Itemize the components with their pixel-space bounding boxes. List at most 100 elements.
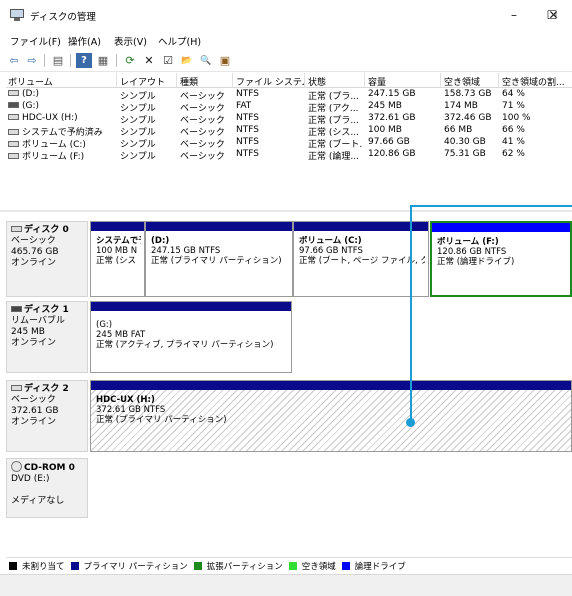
delete-icon[interactable]: ✕: [141, 53, 157, 68]
menu-action[interactable]: 操作(A): [68, 34, 101, 48]
volume-row[interactable]: ボリューム (C:) シンプル ベーシック NTFS 正常 (ブート... 97…: [6, 137, 572, 150]
partition-name: (D:): [151, 236, 170, 246]
volume-capacity: 245 MB: [368, 101, 402, 111]
disk-icon: [8, 140, 19, 147]
status-bar: [0, 574, 572, 596]
volume-row[interactable]: ボリューム (F:) シンプル ベーシック NTFS 正常 (論理... 120…: [6, 149, 572, 162]
disk-state: オンライン: [11, 417, 57, 427]
volume-filesystem: NTFS: [236, 89, 259, 99]
volume-capacity: 247.15 GB: [368, 89, 416, 99]
disk-2-label[interactable]: ディスク 2 ベーシック 372.61 GB オンライン: [6, 380, 88, 452]
partition-size: 100 MB N: [96, 246, 138, 256]
partition-f-selected[interactable]: ボリューム (F:) 120.86 GB NTFS 正常 (論理ドライブ): [430, 221, 572, 297]
legend-label: 空き領域: [301, 561, 336, 572]
volume-type: ベーシック: [180, 152, 225, 162]
folder-open-icon[interactable]: 📂: [179, 53, 195, 68]
volume-filesystem: NTFS: [236, 125, 259, 135]
removable-disk-icon: [11, 305, 22, 312]
partition-name: HDC-UX (H:): [96, 395, 155, 405]
volume-row[interactable]: HDC-UX (H:) シンプル ベーシック NTFS 正常 (プラ... 37…: [6, 113, 572, 126]
volume-row[interactable]: システムで予約済み シンプル ベーシック NTFS 正常 (シス... 100 …: [6, 125, 572, 138]
column-header-type[interactable]: 種類: [180, 75, 230, 88]
legend-swatch-free-space: [288, 561, 297, 570]
column-header-status[interactable]: 状態: [308, 75, 362, 88]
column-header-layout[interactable]: レイアウト: [120, 75, 174, 88]
partition-status: 正常 (論理ドライブ): [437, 257, 515, 267]
help-icon[interactable]: ?: [76, 53, 92, 68]
partition-status: 正常 (ブート, ページ ファイル, クラッ: [299, 256, 425, 266]
legend-label: 論理ドライブ: [354, 561, 406, 572]
partition-status: 正常 (プライマリ パーティション): [151, 256, 282, 266]
volume-name: (G:): [8, 101, 114, 111]
volume-free-percent: 100 %: [502, 113, 531, 123]
primary-partition-bar: [91, 222, 144, 231]
menu-bar: ファイル(F) 操作(A) 表示(V) ヘルプ(H): [0, 30, 572, 50]
legend-swatch-extended: [193, 561, 202, 570]
disk-size: 245 MB: [11, 327, 45, 337]
volume-capacity: 97.66 GB: [368, 137, 410, 147]
volume-row[interactable]: (G:) シンプル ベーシック FAT 正常 (アク... 245 MB 174…: [6, 101, 572, 114]
column-header-volume[interactable]: ボリューム: [8, 75, 114, 88]
pane-splitter[interactable]: [0, 210, 572, 212]
volume-free-percent: 66 %: [502, 125, 525, 135]
volume-filesystem: NTFS: [236, 113, 259, 123]
volume-free-percent: 62 %: [502, 149, 525, 159]
window-title: ディスクの管理: [30, 12, 96, 23]
partition-size: 372.61 GB NTFS: [96, 405, 166, 415]
menu-file[interactable]: ファイル(F): [10, 34, 61, 48]
volume-layout: シンプル: [120, 152, 156, 162]
refresh-icon[interactable]: ⟳: [122, 53, 138, 68]
partition-h-hdc-ux[interactable]: HDC-UX (H:) 372.61 GB NTFS 正常 (プライマリ パーテ…: [90, 380, 572, 452]
volume-free: 40.30 GB: [444, 137, 486, 147]
cdrom-0-label[interactable]: CD-ROM 0 DVD (E:) メディアなし: [6, 458, 88, 518]
volume-free: 174 MB: [444, 101, 478, 111]
partition-g[interactable]: (G:) 245 MB FAT 正常 (アクティブ, プライマリ パーティション…: [90, 301, 292, 373]
toolbar-separator: [70, 54, 71, 67]
toolbar: ⇦ ⇨ ▤ ? ▦ ⟳ ✕ ☑ 📂 🔍 ▣: [0, 50, 572, 72]
disk-state: オンライン: [11, 338, 57, 348]
primary-partition-bar: [146, 222, 292, 231]
disk-management-app-icon: [10, 9, 24, 21]
properties-icon[interactable]: ▦: [95, 53, 111, 68]
disk-icon: [8, 89, 19, 96]
disk-state: メディアなし: [11, 496, 65, 506]
removable-disk-icon: [8, 101, 19, 108]
column-header-filesystem[interactable]: ファイル システム: [236, 75, 304, 88]
back-arrow-icon[interactable]: ⇦: [6, 53, 22, 68]
menu-help[interactable]: ヘルプ(H): [158, 34, 201, 48]
forward-arrow-icon[interactable]: ⇨: [24, 53, 40, 68]
search-icon[interactable]: 🔍: [198, 53, 214, 68]
list-view-icon[interactable]: ▤: [50, 53, 66, 68]
column-header-free-space[interactable]: 空き領域: [444, 75, 496, 88]
minimize-button[interactable]: –: [494, 0, 534, 30]
volume-row[interactable]: (D:) シンプル ベーシック NTFS 正常 (プラ... 247.15 GB…: [6, 89, 572, 102]
partition-c[interactable]: ボリューム (C:) 97.66 GB NTFS 正常 (ブート, ページ ファ…: [293, 221, 429, 297]
column-header-free-percent[interactable]: 空き領域の割...: [502, 75, 570, 88]
partition-name: ボリューム (C:): [299, 236, 362, 246]
logical-drive-bar: [432, 223, 570, 232]
disk-icon: [8, 152, 19, 159]
legend-swatch-primary: [70, 561, 79, 570]
volume-free: 66 MB: [444, 125, 473, 135]
partition-status: 正常 (プライマリ パーティション): [96, 415, 227, 425]
close-button[interactable]: ✕: [535, 0, 572, 30]
disk-kind: DVD (E:): [11, 474, 50, 484]
column-header-capacity[interactable]: 容量: [368, 75, 438, 88]
disk-kind: ベーシック: [11, 236, 56, 246]
disk-1-label[interactable]: ディスク 1 リムーバブル 245 MB オンライン: [6, 301, 88, 373]
volume-filesystem: NTFS: [236, 149, 259, 159]
partition-name: ボリューム (F:): [437, 237, 499, 247]
menu-view[interactable]: 表示(V): [114, 34, 147, 48]
disk-0-label[interactable]: ディスク 0 ベーシック 465.76 GB オンライン: [6, 221, 88, 297]
disk-icon: [8, 128, 19, 135]
settings-icon[interactable]: ▣: [217, 53, 233, 68]
partition-name: システムで予: [96, 236, 141, 246]
partition-d[interactable]: (D:) 247.15 GB NTFS 正常 (プライマリ パーティション): [145, 221, 293, 297]
callout-line: [410, 205, 412, 421]
primary-partition-bar: [91, 302, 291, 311]
partition-status: 正常 (シス: [96, 256, 137, 266]
partition-system-reserved[interactable]: システムで予 100 MB N 正常 (シス: [90, 221, 145, 297]
toolbar-separator: [116, 54, 117, 67]
volume-free-percent: 41 %: [502, 137, 525, 147]
checklist-icon[interactable]: ☑: [160, 53, 176, 68]
